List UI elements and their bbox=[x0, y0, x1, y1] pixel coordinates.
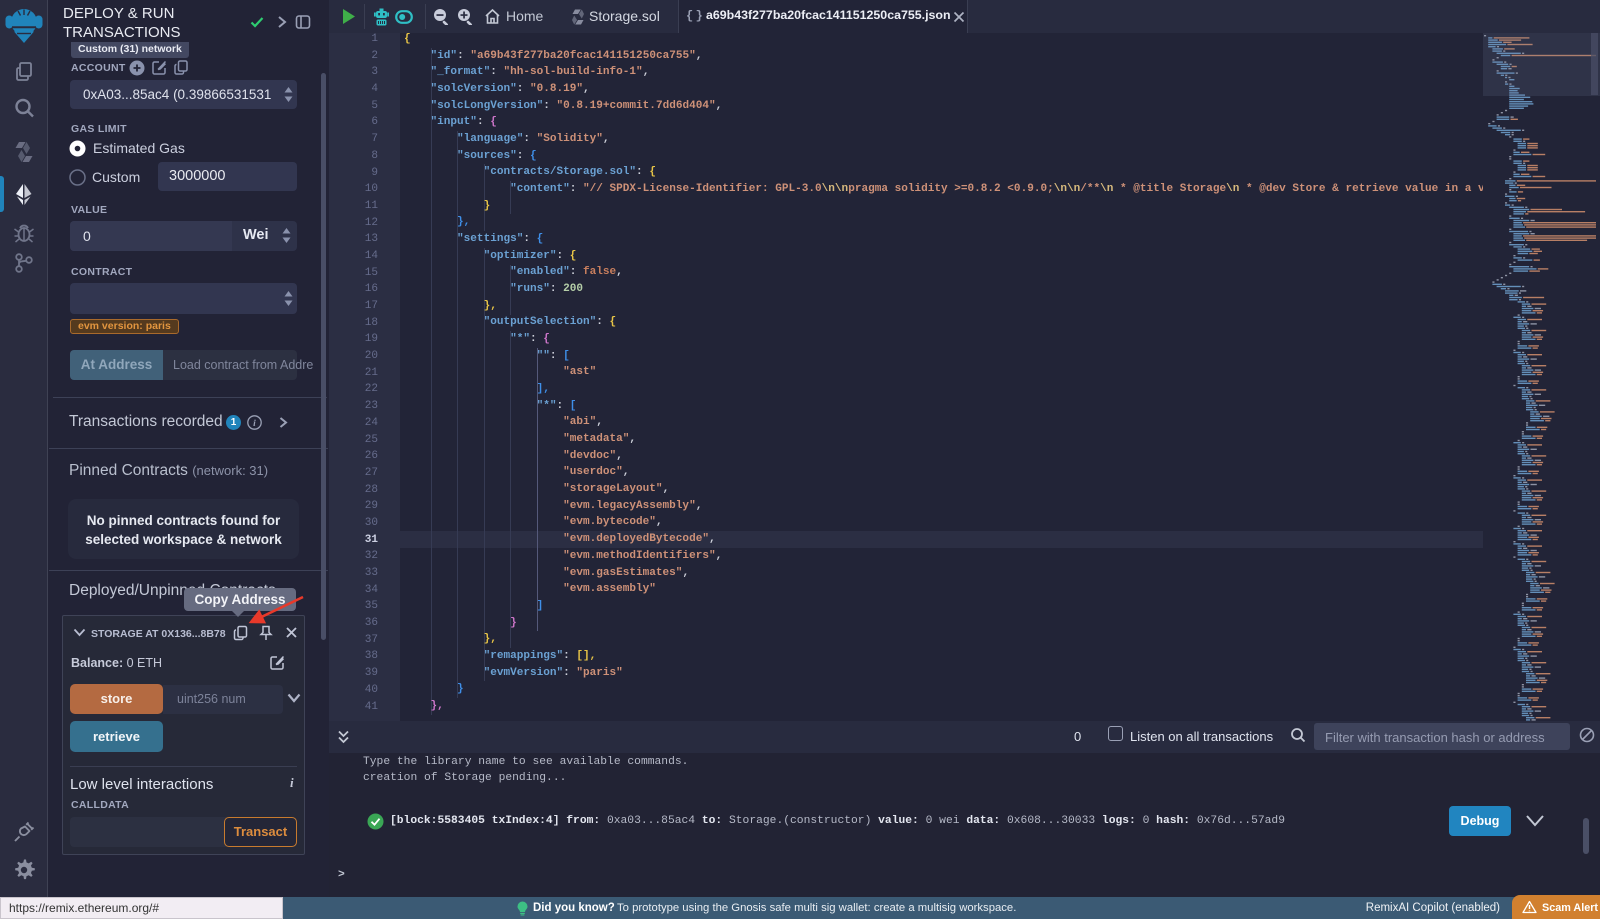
svg-text:i: i bbox=[253, 419, 256, 429]
